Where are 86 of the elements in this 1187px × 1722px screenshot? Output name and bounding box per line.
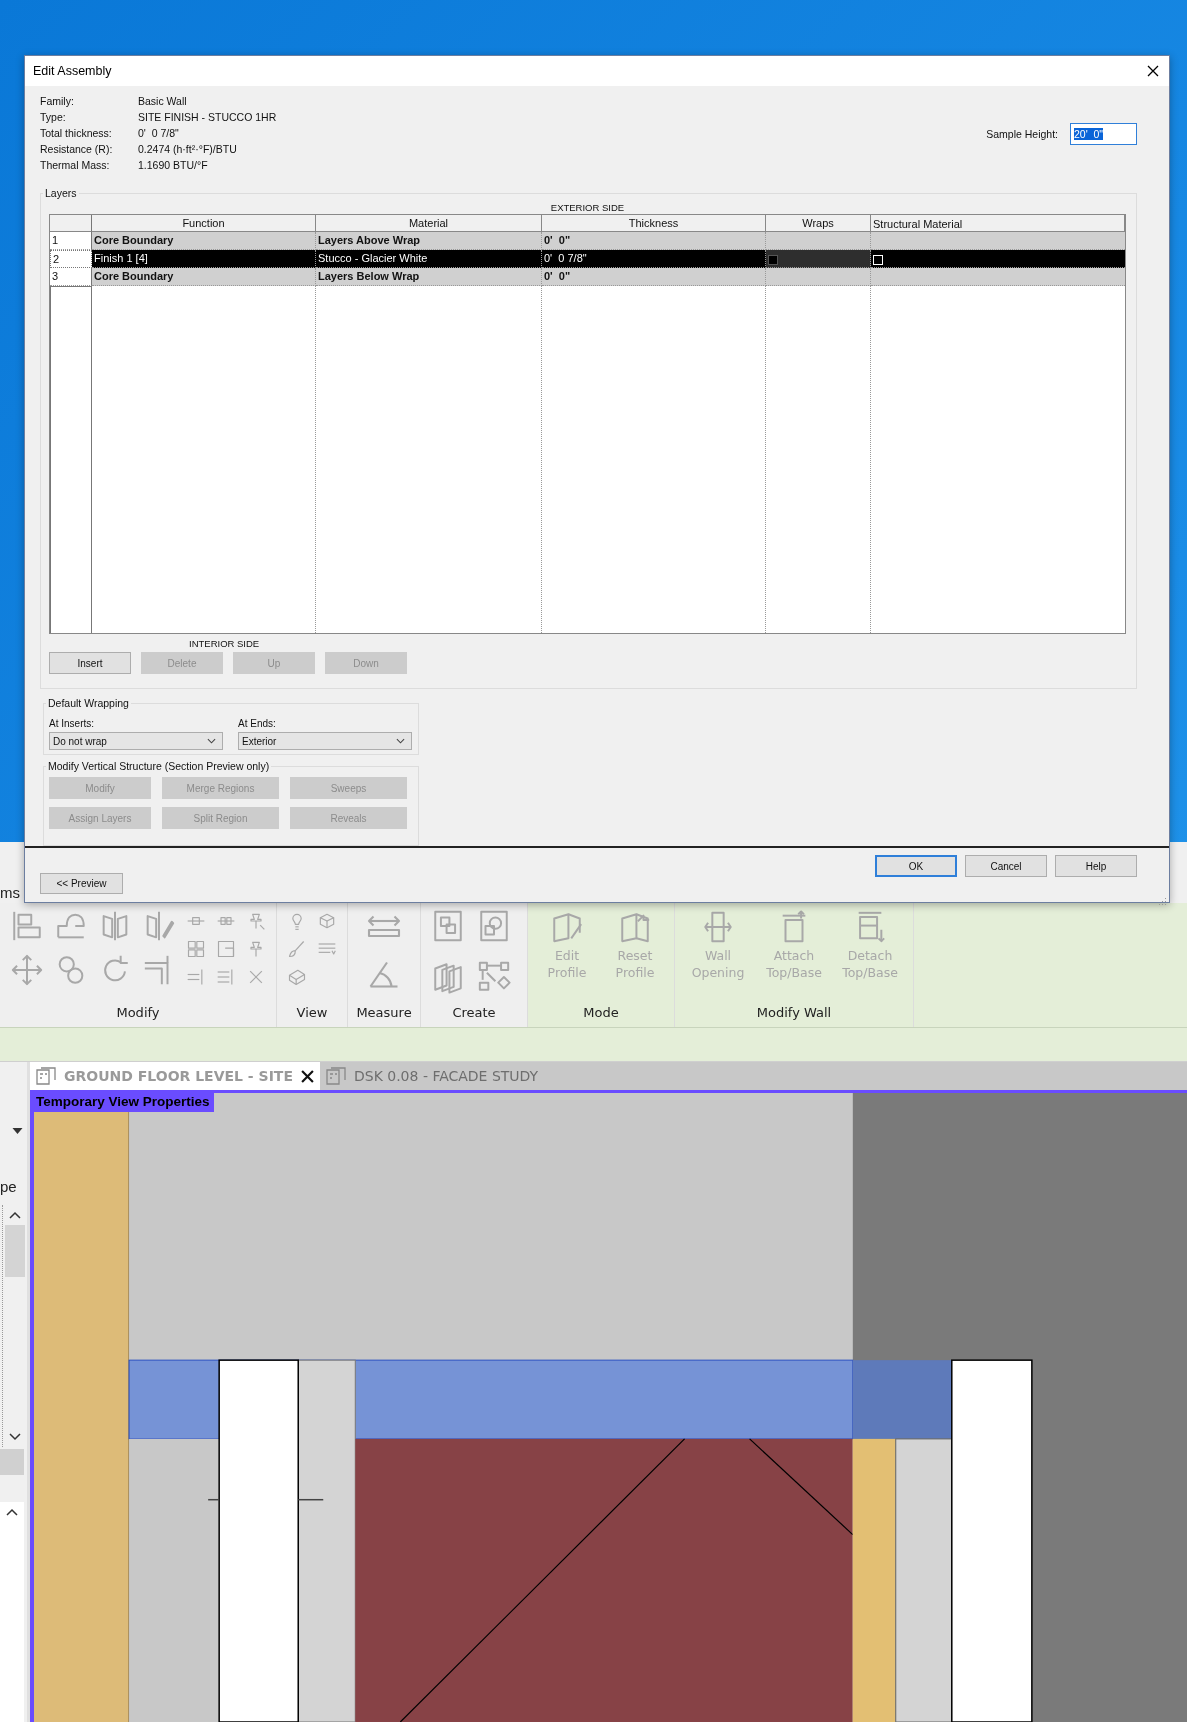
property-label: Family:: [40, 95, 75, 107]
table-cell: 0' 0": [542, 232, 766, 250]
property-value: 0.2474 (h·ft²·°F)/BTU: [138, 143, 237, 155]
layer-row[interactable]: 3 Core Boundary Layers Below Wrap 0' 0": [50, 268, 1125, 286]
beam-icon[interactable]: [287, 967, 307, 987]
panel-title: Create: [451, 1005, 497, 1022]
dialog-title: Edit Assembly: [33, 64, 112, 78]
group-title: Default Wrapping: [46, 697, 131, 709]
layer-row[interactable]: 1 Core Boundary Layers Above Wrap 0' 0": [50, 232, 1125, 250]
dialog-button[interactable]: Help: [1055, 855, 1137, 877]
panel-title: Modify Wall: [755, 1005, 833, 1022]
layer-row[interactable]: 2 Finish 1 [4] Stucco - Glacier White 0' 0 7/8": [50, 250, 1125, 268]
align-icon[interactable]: [10, 909, 44, 943]
panel-label: pe: [0, 1178, 17, 1195]
assembly-icon[interactable]: [477, 960, 511, 994]
wall-opening-icon: [701, 909, 735, 945]
group-icon[interactable]: [477, 909, 511, 943]
grid-icon[interactable]: [186, 939, 206, 959]
panel-title: Modify: [115, 1005, 161, 1022]
side-label: INTERIOR SIDE: [189, 638, 260, 649]
scroll-up-icon[interactable]: [9, 1211, 21, 1219]
property-value: 1.1690 BTU/°F: [138, 159, 208, 171]
panel-bar: [0, 1449, 24, 1475]
dropdown[interactable]: Do not wrap: [49, 732, 223, 750]
row-number: 1: [50, 232, 92, 250]
dropdown-caret-icon[interactable]: [12, 1128, 23, 1134]
group-title: Layers: [43, 187, 79, 199]
dialog-button[interactable]: OK: [875, 855, 957, 877]
property-label: Type:: [40, 111, 67, 123]
table-cell: 0' 0 7/8": [542, 250, 766, 268]
view-tab[interactable]: DSK 0.08 - FACADE STUDY: [319, 1062, 545, 1090]
toolbar-text: ms: [0, 884, 20, 901]
column-header[interactable]: Material: [316, 215, 542, 232]
panels-icon[interactable]: [431, 960, 465, 994]
brush-icon[interactable]: [287, 939, 307, 959]
scroll-up-icon[interactable]: [6, 1508, 18, 1516]
resize-grip-icon[interactable]: [1158, 897, 1167, 906]
table-cell: Core Boundary: [92, 268, 316, 286]
property-label: Thermal Mass:: [40, 159, 111, 171]
caret-icon: [207, 738, 216, 744]
column-header[interactable]: Wraps: [766, 215, 871, 232]
table-cell: 0' 0": [542, 268, 766, 286]
dialog-button[interactable]: Cancel: [965, 855, 1047, 877]
dropdown[interactable]: Exterior: [238, 732, 412, 750]
parts-icon[interactable]: [431, 909, 465, 943]
column-header[interactable]: Function: [92, 215, 316, 232]
column-header[interactable]: Thickness: [542, 215, 766, 232]
column-header[interactable]: Structural Material: [871, 215, 1125, 232]
property-label: Resistance (R):: [40, 143, 114, 155]
cube-icon[interactable]: [317, 911, 337, 931]
property-value: SITE FINISH - STUCCO 1HR: [138, 111, 277, 123]
scale-icon[interactable]: [216, 939, 236, 959]
table-cell: Core Boundary: [92, 232, 316, 250]
close-icon[interactable]: [1147, 65, 1159, 77]
view-icon: [36, 1067, 56, 1085]
side-label: EXTERIOR SIDE: [550, 202, 625, 213]
scroll-down-icon[interactable]: [9, 1433, 21, 1441]
panel-title: Mode: [582, 1005, 620, 1022]
view-banner: Temporary View Properties: [34, 1093, 214, 1112]
panel-title: View: [295, 1005, 329, 1022]
property-value: Basic Wall: [138, 95, 187, 107]
layer-button[interactable]: Insert: [49, 652, 131, 674]
sample-height-field[interactable]: 20' 0": [1070, 123, 1137, 145]
view-icon: [325, 1067, 346, 1085]
caret-icon: [396, 738, 405, 744]
scrollbar-thumb[interactable]: [5, 1225, 25, 1277]
structural-checkbox[interactable]: [873, 254, 883, 265]
row-number: 3: [50, 268, 92, 286]
table-cell: Layers Above Wrap: [316, 232, 542, 250]
field-label: At Ends:: [238, 718, 277, 729]
field-label: Sample Height:: [986, 128, 1058, 140]
row-number: 2: [50, 250, 92, 268]
view-tab[interactable]: GROUND FLOOR LEVEL - SITE: [30, 1062, 320, 1090]
field-label: At Inserts:: [49, 718, 95, 729]
property-label: Total thickness:: [40, 127, 113, 139]
table-cell: Layers Below Wrap: [316, 268, 542, 286]
panel-title: Measure: [355, 1005, 413, 1022]
property-value: 0' 0 7/8": [138, 127, 179, 139]
group-title: Modify Vertical Structure (Section Preview only): [46, 760, 272, 772]
table-cell: Stucco - Glacier White: [316, 250, 542, 268]
wraps-checkbox[interactable]: [768, 254, 778, 265]
move-icon[interactable]: [10, 953, 44, 987]
corner-cell: [50, 215, 92, 232]
preview-button[interactable]: << Preview: [40, 873, 123, 894]
table-cell: Finish 1 [4]: [92, 250, 316, 268]
close-icon[interactable]: [300, 1069, 314, 1083]
